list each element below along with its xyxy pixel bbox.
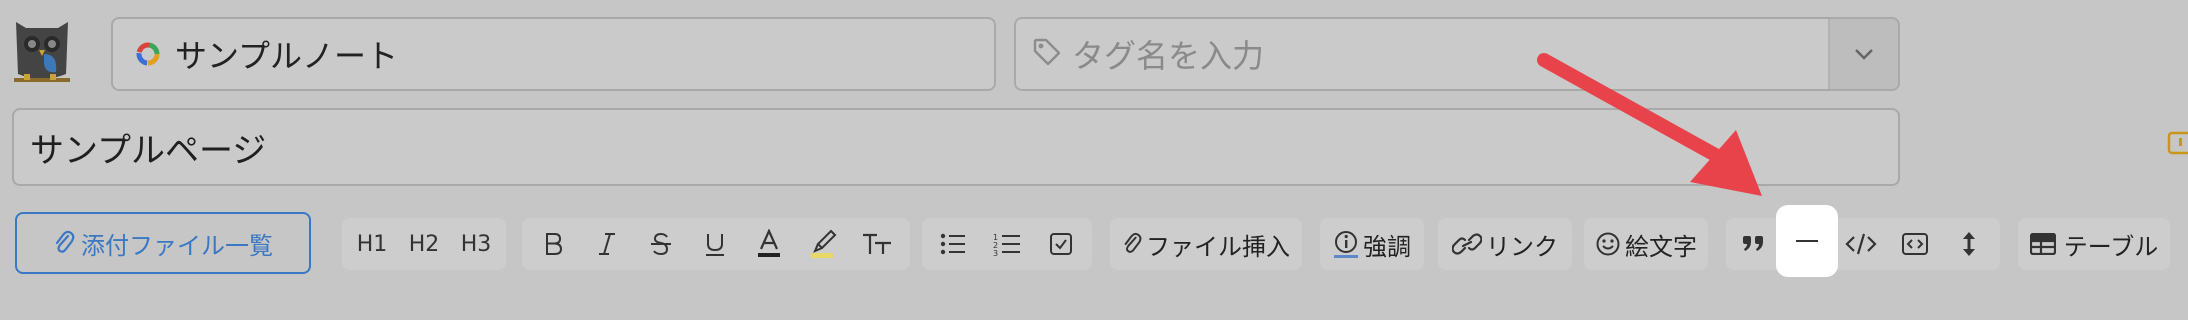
heading-2-button[interactable]: H2 xyxy=(398,218,450,270)
numbered-list-icon: 123 xyxy=(993,233,1020,256)
page-title: サンプルページ xyxy=(30,130,267,171)
highlighted-horizontal-rule-button[interactable] xyxy=(1776,205,1838,277)
font-color-icon xyxy=(758,229,780,257)
highlighter-icon xyxy=(811,229,837,258)
paperclip-icon xyxy=(55,230,75,253)
checkbox-icon xyxy=(1050,233,1072,255)
notification-icon[interactable] xyxy=(2166,130,2188,160)
notebook-ring-icon xyxy=(135,41,161,67)
table-icon xyxy=(2029,233,2056,255)
tag-icon xyxy=(1032,37,1062,71)
italic-button[interactable] xyxy=(580,218,634,270)
strikethrough-button[interactable] xyxy=(634,218,688,270)
text-size-icon xyxy=(863,233,891,254)
link-icon xyxy=(1452,233,1482,255)
bold-button[interactable] xyxy=(526,218,580,270)
heading-group: H1 H2 H3 xyxy=(342,218,506,270)
strikethrough-icon xyxy=(651,232,671,256)
quote-button[interactable] xyxy=(1726,218,1780,270)
attachments-list-button[interactable]: 添付ファイル一覧 xyxy=(15,212,311,274)
underline-icon xyxy=(706,234,724,256)
code-block-icon xyxy=(1902,233,1928,255)
formatting-group xyxy=(522,218,910,270)
horizontal-rule-icon xyxy=(1796,240,1818,242)
italic-icon xyxy=(599,233,615,255)
code-block-button[interactable] xyxy=(1888,218,1942,270)
emoji-label: 絵文字 xyxy=(1625,232,1697,261)
table-label: テーブル xyxy=(2063,232,2159,261)
insert-tools-group xyxy=(1726,218,2000,270)
vertical-arrows-icon xyxy=(1963,232,1975,256)
font-color-button[interactable] xyxy=(742,218,796,270)
heading-3-button[interactable]: H3 xyxy=(450,218,502,270)
notebook-selector[interactable]: サンプルノート xyxy=(111,17,996,91)
tag-dropdown-button[interactable] xyxy=(1828,19,1898,89)
file-insert-button[interactable]: ファイル挿入 xyxy=(1110,218,1302,270)
checklist-button[interactable] xyxy=(1034,218,1088,270)
line-height-button[interactable] xyxy=(1942,218,1996,270)
code-button[interactable] xyxy=(1834,218,1888,270)
owl-logo[interactable] xyxy=(10,14,74,88)
svg-text:3: 3 xyxy=(993,249,998,256)
emoji-button[interactable]: 絵文字 xyxy=(1584,218,1708,270)
notebook-name: サンプルノート xyxy=(175,37,399,75)
smiley-icon xyxy=(1596,232,1620,256)
paperclip-icon xyxy=(1124,232,1142,253)
link-label: リンク xyxy=(1486,232,1558,261)
bulleted-list-button[interactable] xyxy=(926,218,980,270)
table-button[interactable]: テーブル xyxy=(2018,218,2170,270)
bulleted-list-icon xyxy=(940,233,965,255)
numbered-list-button[interactable]: 123 xyxy=(980,218,1034,270)
quote-icon xyxy=(1743,236,1763,251)
list-group: 123 xyxy=(922,218,1092,270)
text-size-button[interactable] xyxy=(850,218,904,270)
link-button[interactable]: リンク xyxy=(1438,218,1572,270)
code-icon xyxy=(1845,233,1877,255)
highlight-button[interactable] xyxy=(796,218,850,270)
file-insert-label: ファイル挿入 xyxy=(1146,232,1290,261)
info-icon xyxy=(1334,231,1358,258)
emphasis-button[interactable]: 強調 xyxy=(1320,218,1424,270)
attachments-list-label: 添付ファイル一覧 xyxy=(81,231,273,260)
annotation-arrow xyxy=(1537,53,1762,196)
tag-input-placeholder: タグ名を入力 xyxy=(1072,37,1265,75)
chevron-down-icon xyxy=(1855,49,1873,60)
emphasis-label: 強調 xyxy=(1363,232,1411,261)
heading-1-button[interactable]: H1 xyxy=(346,218,398,270)
underline-button[interactable] xyxy=(688,218,742,270)
bold-icon xyxy=(546,233,563,255)
